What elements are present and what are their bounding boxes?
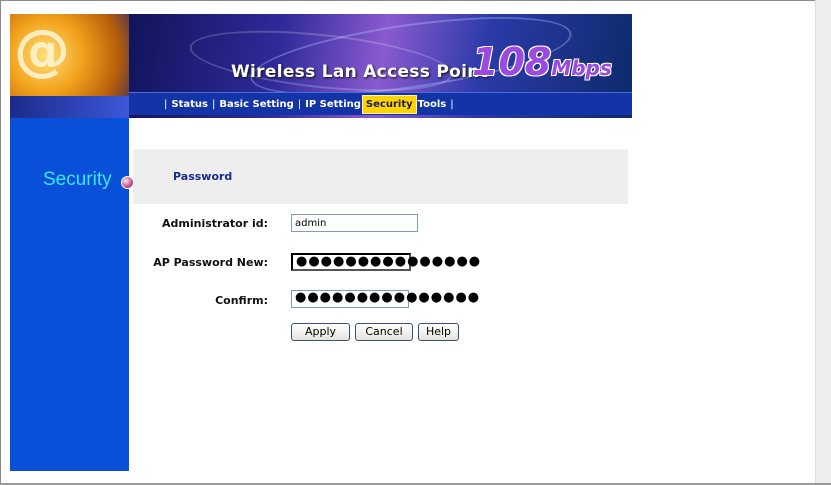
apply-button[interactable]: Apply: [291, 323, 350, 341]
vertical-scrollbar[interactable]: [815, 0, 831, 485]
nav-separator: |: [211, 98, 216, 110]
top-nav: | Status | Basic Setting | IP Setting Se…: [129, 92, 632, 115]
nav-status[interactable]: Status: [170, 99, 209, 110]
confirm-password-label: Confirm:: [215, 294, 268, 307]
new-password-input[interactable]: ●●●●●●●●●●●●●●●: [291, 253, 480, 271]
speed-number: 108: [472, 40, 552, 84]
confirm-password-input[interactable]: ●●●●●●●●●●●●●●●: [291, 290, 479, 308]
speed-unit: Mbps: [551, 56, 612, 80]
logo-bar: [10, 96, 129, 118]
help-button[interactable]: Help: [418, 323, 459, 341]
at-sign-icon: @: [14, 18, 70, 83]
banner-title: Wireless Lan Access Point: [231, 62, 489, 82]
nav-security[interactable]: Security: [361, 94, 417, 114]
nav-separator: |: [297, 98, 302, 110]
logo-image: @: [10, 14, 129, 118]
nav-separator: |: [450, 98, 454, 110]
section-title: Security: [43, 169, 112, 190]
form-header-panel: Password: [133, 149, 628, 204]
admin-id-label: Administrator id:: [162, 217, 268, 230]
nav-basic-setting[interactable]: Basic Setting: [218, 99, 294, 110]
nav-tools[interactable]: Tools: [417, 99, 448, 110]
nav-separator: |: [164, 98, 168, 110]
nav-ip-setting[interactable]: IP Setting: [304, 99, 362, 110]
cancel-button[interactable]: Cancel: [355, 323, 413, 341]
banner-speed: 108Mbps: [472, 40, 612, 84]
panel-title: Password: [173, 170, 233, 183]
new-password-label: AP Password New:: [153, 256, 268, 269]
admin-id-input[interactable]: [291, 214, 418, 232]
